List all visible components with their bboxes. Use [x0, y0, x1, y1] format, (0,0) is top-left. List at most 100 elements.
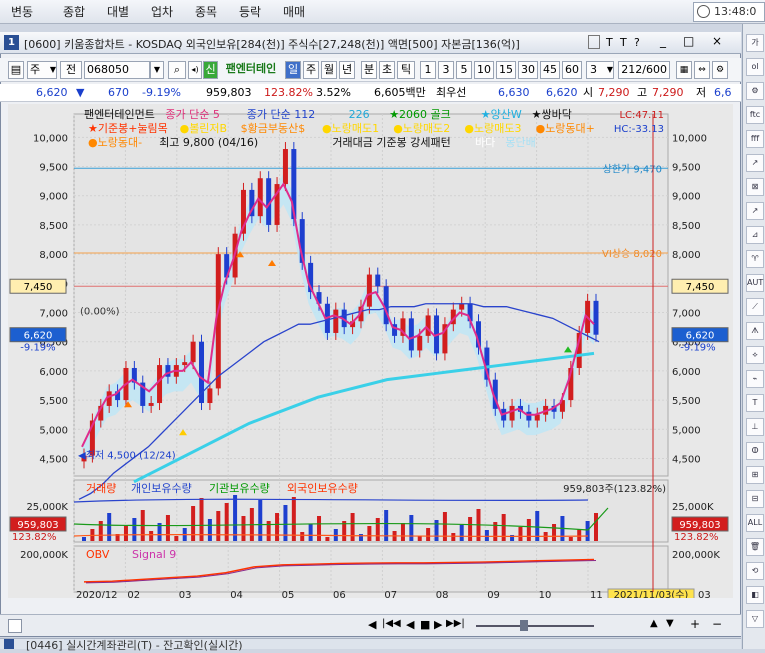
task-window-title[interactable]: [0446] 실시간계좌관리(T) - 잔고확인(실시간) [26, 637, 243, 653]
speaker-icon[interactable]: ◂) [188, 61, 202, 79]
volume-pct-right: 123.82% [674, 532, 719, 543]
menu-item-1[interactable]: 변동 [4, 3, 40, 21]
quote-high: 7,290 [652, 86, 684, 99]
window-close-button[interactable]: × [712, 34, 722, 48]
right-tool-button-12[interactable]: ᗑ [746, 322, 764, 340]
volume-bar [552, 524, 557, 541]
nav-back-button[interactable]: ◀ [406, 618, 414, 631]
menu-item-6[interactable]: 등락 [232, 3, 268, 21]
right-tool-button-14[interactable]: ⌁ [746, 370, 764, 388]
window-maximize-button[interactable]: □ [683, 34, 694, 48]
nav-last-button[interactable]: ▶▶| [446, 618, 465, 629]
minute-10-button[interactable]: 10 [474, 61, 494, 79]
period-tick-button[interactable]: 틱 [397, 61, 415, 79]
window-ctrl-t1[interactable]: T [606, 36, 613, 49]
right-tool-button-19[interactable]: ⊟ [746, 490, 764, 508]
volume-bar [317, 516, 322, 541]
period-second-button[interactable]: 초 [379, 61, 395, 79]
candle-body [333, 309, 339, 333]
right-tool-button-9[interactable]: ♈ [746, 250, 764, 268]
volume-bar [375, 518, 380, 541]
search-icon[interactable]: ⌕ [168, 61, 186, 79]
period-year-button[interactable]: 년 [339, 61, 355, 79]
zoom-slider[interactable] [476, 625, 594, 627]
chart-svg[interactable]: 10,000 10,000 9,500 9,500 9,000 9,000 8,500 8,5… [8, 104, 733, 602]
window-minimize-button[interactable]: _ [660, 34, 666, 48]
menu-item-7[interactable]: 매매 [276, 3, 312, 21]
nav-play-button[interactable]: ▶ [434, 618, 442, 631]
right-tool-button-1[interactable]: ol [746, 58, 764, 76]
right-tool-button-7[interactable]: ↗ [746, 202, 764, 220]
mode-select[interactable]: 전 [60, 61, 82, 79]
period-day-button[interactable]: 일 [285, 61, 301, 79]
right-tool-button-23[interactable]: ◧ [746, 586, 764, 604]
minute-15-button[interactable]: 15 [496, 61, 516, 79]
nav-prev-button[interactable]: ◀ [368, 618, 376, 631]
type-select[interactable]: 주 ▼ [27, 61, 57, 79]
right-tool-button-4[interactable]: fff [746, 130, 764, 148]
right-tool-button-24[interactable]: ▽ [746, 610, 764, 628]
minute-1-button[interactable]: 1 [420, 61, 436, 79]
candle-body [257, 178, 263, 217]
volume-bar [107, 513, 112, 541]
menu-item-2[interactable]: 종합 [56, 3, 92, 21]
data-count-input[interactable]: 212/600 [618, 61, 670, 79]
minute-5-button[interactable]: 5 [456, 61, 472, 79]
right-tool-button-17[interactable]: ⵀ [746, 442, 764, 460]
right-tool-button-6[interactable]: ⊠ [746, 178, 764, 196]
right-tool-button-13[interactable]: ⟡ [746, 346, 764, 364]
volume-bar [207, 519, 212, 541]
right-tool-button-22[interactable]: ⟲ [746, 562, 764, 580]
minute-60-button[interactable]: 60 [562, 61, 582, 79]
right-tool-button-10[interactable]: AUT [746, 274, 764, 292]
minute-3-button[interactable]: 3 [438, 61, 454, 79]
zoom-in-button[interactable]: + [690, 617, 700, 631]
menu-item-4[interactable]: 업차 [144, 3, 180, 21]
menu-item-5[interactable]: 종목 [188, 3, 224, 21]
candle-body [207, 388, 213, 404]
menu-item-3[interactable]: 대별 [100, 3, 136, 21]
nav-stop-button[interactable]: ■ [420, 618, 430, 631]
window-help-button[interactable]: ? [634, 36, 640, 49]
legend-line2-0: ★기준봉+눌림목 [88, 122, 168, 135]
window-link-icon[interactable] [588, 35, 600, 49]
chart-area[interactable]: 10,000 10,000 9,500 9,500 9,000 9,000 8,500 8,5… [8, 104, 733, 602]
stock-code-input[interactable]: 068050 [84, 61, 150, 79]
date-badge-label: 2021/11/03(수) [614, 589, 689, 598]
nav-down-button[interactable]: ▼ [666, 618, 674, 629]
volume-bar [577, 529, 582, 541]
minute-30-button[interactable]: 30 [518, 61, 538, 79]
scroll-icon[interactable]: ⇔ [694, 61, 710, 79]
count-select[interactable]: 3 ▼ [586, 61, 614, 79]
grid-icon[interactable]: ▦ [676, 61, 692, 79]
x-tick-label: 09 [487, 590, 500, 598]
new-badge[interactable]: 신 [203, 61, 218, 79]
code-dropdown-icon[interactable]: ▼ [150, 61, 164, 79]
settings-icon[interactable]: ⚙ [712, 61, 728, 79]
minute-45-button[interactable]: 45 [540, 61, 560, 79]
period-week-button[interactable]: 주 [303, 61, 319, 79]
zoom-slider-thumb[interactable] [520, 620, 528, 631]
right-tool-button-18[interactable]: ⊞ [746, 466, 764, 484]
right-tool-button-3[interactable]: ftc [746, 106, 764, 124]
period-month-button[interactable]: 월 [321, 61, 337, 79]
right-tool-button-2[interactable]: ⚙ [746, 82, 764, 100]
right-tool-button-21[interactable]: 🗑 [746, 538, 764, 556]
right-tool-button-16[interactable]: ⊥ [746, 418, 764, 436]
nav-up-button[interactable]: ▲ [650, 618, 658, 629]
right-tool-button-5[interactable]: ↗ [746, 154, 764, 172]
x-tick-label: 10 [539, 590, 552, 598]
chart-settings-icon[interactable]: ▤ [8, 61, 24, 79]
window-ctrl-t2[interactable]: T [620, 36, 627, 49]
right-tool-button-11[interactable]: ⟋ [746, 298, 764, 316]
task-window-icon[interactable] [4, 639, 14, 649]
zoom-out-button[interactable]: − [712, 617, 722, 631]
period-minute-button[interactable]: 분 [361, 61, 377, 79]
right-tool-button-8[interactable]: ⊿ [746, 226, 764, 244]
right-tool-button-0[interactable]: 가 [746, 34, 764, 52]
right-tool-button-15[interactable]: T [746, 394, 764, 412]
nav-toggle-icon[interactable] [8, 619, 22, 633]
legend-line1-6: ★쌍바닥 [532, 108, 572, 121]
right-tool-button-20[interactable]: ALL [746, 514, 764, 532]
nav-first-button[interactable]: |◀◀ [382, 618, 401, 629]
